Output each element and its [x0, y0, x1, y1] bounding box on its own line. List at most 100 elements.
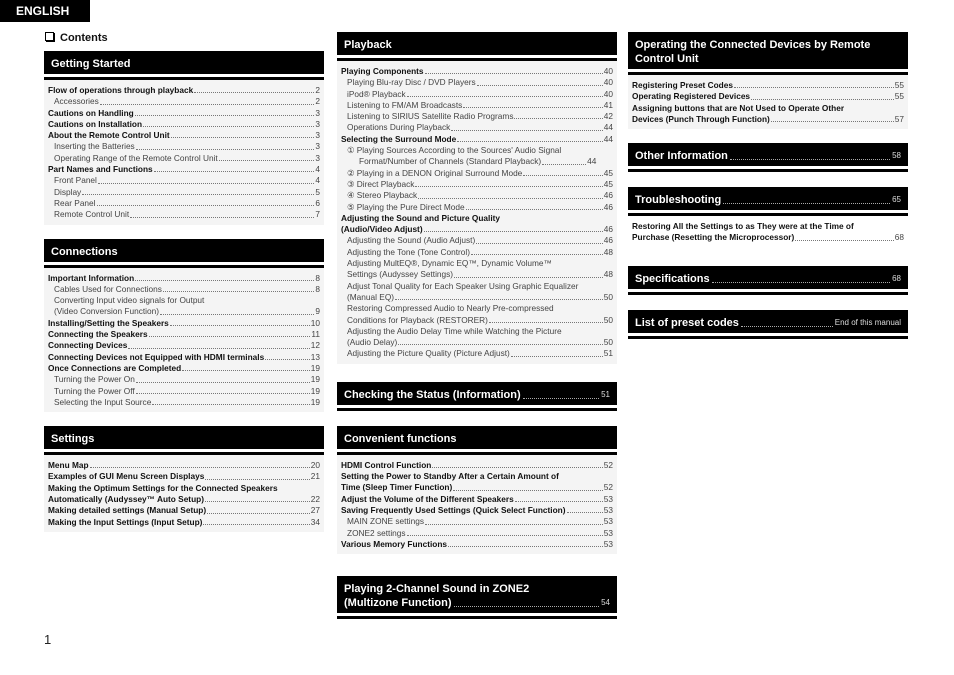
toc-entry-title: Making the Input Settings (Input Setup): [48, 516, 203, 527]
toc-entry[interactable]: Once Connections are Completed 19: [48, 363, 320, 374]
toc-entry[interactable]: Playing Components 40: [341, 66, 613, 77]
toc-entry[interactable]: Setting the Power to Standby After a Cer…: [341, 471, 613, 482]
toc-entry[interactable]: Playing Blu-ray Disc / DVD Players 40: [341, 77, 613, 88]
toc-entry-title: iPod® Playback: [347, 88, 406, 99]
dot-leader: [522, 397, 600, 399]
toc-entry[interactable]: Operations During Playback 44: [341, 122, 613, 133]
toc-entry[interactable]: Adjusting MultEQ®, Dynamic EQ™, Dynamic …: [341, 258, 613, 269]
dot-leader: [128, 347, 310, 349]
section-header-operating-devices[interactable]: Operating the Connected Devices by Remot…: [628, 32, 908, 72]
toc-entry[interactable]: Connecting Devices not Equipped with HDM…: [48, 352, 320, 363]
toc-entry[interactable]: Converting Input video signals for Outpu…: [48, 295, 320, 306]
toc-entry[interactable]: Selecting the Input Source 19: [48, 397, 320, 408]
toc-entry-title: About the Remote Control Unit: [48, 130, 170, 141]
toc-entry[interactable]: (Audio Delay) 50: [341, 337, 613, 348]
toc-entry[interactable]: Adjusting the Sound (Audio Adjust) 46: [341, 235, 613, 246]
toc-entry[interactable]: Cautions on Installation 3: [48, 119, 320, 130]
section-header-convenient-functions[interactable]: Convenient functions: [337, 425, 617, 452]
toc-entry[interactable]: Adjusting the Audio Delay Time while Wat…: [341, 326, 613, 337]
toc-entry[interactable]: Restoring All the Settings to as They we…: [632, 221, 904, 232]
toc-entry[interactable]: Remote Control Unit 7: [48, 209, 320, 220]
toc-entry[interactable]: Turning the Power On 19: [48, 374, 320, 385]
dot-leader: [143, 126, 315, 128]
toc-entry[interactable]: Saving Frequently Used Settings (Quick S…: [341, 505, 613, 516]
section-header-checking-status[interactable]: Checking the Status (Information) 51: [337, 381, 617, 408]
toc-entry[interactable]: Adjusting the Sound and Picture Quality: [341, 213, 613, 224]
toc-entry[interactable]: Menu Map 20: [48, 460, 320, 471]
toc-entry[interactable]: Cables Used for Connections 8: [48, 284, 320, 295]
toc-entry[interactable]: ④ Stereo Playback 46: [341, 190, 613, 201]
section-header-specifications[interactable]: Specifications 68: [628, 265, 908, 292]
toc-entry[interactable]: Making the Input Settings (Input Setup) 3…: [48, 517, 320, 528]
toc-entry[interactable]: Restoring Compressed Audio to Nearly Pre…: [341, 303, 613, 314]
toc-entry[interactable]: ZONE2 settings 53: [341, 528, 613, 539]
section-header-settings[interactable]: Settings: [44, 426, 324, 453]
toc-entry[interactable]: Assigning buttons that are Not Used to O…: [632, 103, 904, 114]
section-header-playback[interactable]: Playback: [337, 32, 617, 58]
toc-entry[interactable]: Turning the Power Off 19: [48, 386, 320, 397]
toc-entry[interactable]: Part Names and Functions 4: [48, 164, 320, 175]
section-header-connections[interactable]: Connections: [44, 238, 324, 265]
toc-entry[interactable]: Various Memory Functions 53: [341, 539, 613, 550]
toc-entry[interactable]: Registering Preset Codes 55: [632, 80, 904, 91]
toc-entry[interactable]: Adjusting the Tone (Tone Control) 48: [341, 247, 613, 258]
section-header-preset-codes[interactable]: List of preset codes End of this manual: [628, 309, 908, 336]
toc-entry[interactable]: Adjust the Volume of the Different Speak…: [341, 494, 613, 505]
toc-entry[interactable]: Accessories 2: [48, 96, 320, 107]
toc-entry[interactable]: Automatically (Audyssey™ Auto Setup) 22: [48, 494, 320, 505]
toc-entry[interactable]: Conditions for Playback (RESTORER) 50: [341, 315, 613, 326]
toc-entry[interactable]: Front Panel 4: [48, 175, 320, 186]
toc-entry[interactable]: Adjust Tonal Quality for Each Speaker Us…: [341, 281, 613, 292]
toc-entry[interactable]: ③ Direct Playback 45: [341, 179, 613, 190]
page-ref: 42: [603, 111, 613, 122]
toc-entry[interactable]: ① Playing Sources According to the Sourc…: [341, 145, 613, 156]
toc-entry[interactable]: Rear Panel 6: [48, 198, 320, 209]
section-header-zone2[interactable]: Playing 2-Channel Sound in ZONE2 (Multiz…: [337, 576, 617, 617]
toc-entry[interactable]: Cautions on Handling 3: [48, 108, 320, 119]
toc-entry[interactable]: Display 5: [48, 187, 320, 198]
toc-entry[interactable]: Connecting Devices 12: [48, 340, 320, 351]
toc-entry[interactable]: iPod® Playback 40: [341, 89, 613, 100]
toc-entry[interactable]: Purchase (Resetting the Microprocessor) 6…: [632, 232, 904, 243]
section-settings: Settings Menu Map 20 Examples of GUI Menu …: [44, 426, 324, 532]
toc-entry[interactable]: Important Information 8: [48, 273, 320, 284]
dot-leader: [207, 512, 310, 514]
section-header-getting-started[interactable]: Getting Started: [44, 51, 324, 77]
toc-entry[interactable]: Making the Optimum Settings for the Conn…: [48, 483, 320, 494]
toc-entry[interactable]: Operating Range of the Remote Control Un…: [48, 153, 320, 164]
toc-entry[interactable]: Adjusting the Picture Quality (Picture A…: [341, 348, 613, 359]
toc-entry[interactable]: Connecting the Speakers 11: [48, 329, 320, 340]
toc-entry[interactable]: Operating Registered Devices 55: [632, 91, 904, 102]
toc-entry[interactable]: Inserting the Batteries 3: [48, 141, 320, 152]
toc-entry-title: Playing Components: [341, 66, 424, 76]
section-header-troubleshooting[interactable]: Troubleshooting 65: [628, 187, 908, 214]
page-ref: 55: [894, 91, 904, 102]
dot-leader: [770, 121, 894, 123]
toc-entry[interactable]: HDMI Control Function 52: [341, 460, 613, 471]
toc-entry[interactable]: (Audio/Video Adjust) 46: [341, 224, 613, 235]
toc-entry[interactable]: ⑤ Playing the Pure Direct Mode 46: [341, 202, 613, 213]
toc-entry[interactable]: Time (Sleep Timer Function) 52: [341, 482, 613, 493]
dot-leader: [135, 279, 315, 281]
toc-entry[interactable]: Making detailed settings (Manual Setup) 2…: [48, 505, 320, 516]
toc-entry[interactable]: Format/Number of Channels (Standard Play…: [341, 156, 613, 167]
toc-entry[interactable]: (Manual EQ) 50: [341, 292, 613, 303]
section-header-other-information[interactable]: Other Information 58: [628, 143, 908, 170]
toc-entry[interactable]: Selecting the Surround Mode 44: [341, 134, 613, 145]
page-ref: 58: [892, 151, 901, 161]
toc-entry[interactable]: Examples of GUI Menu Screen Displays 21: [48, 471, 320, 482]
toc-entry[interactable]: ② Playing in a DENON Original Surround M…: [341, 168, 613, 179]
toc-entry[interactable]: Settings (Audyssey Settings) 48: [341, 269, 613, 280]
dot-leader: [542, 163, 587, 165]
toc-entry[interactable]: (Video Conversion Function) 9: [48, 306, 320, 317]
page-ref: 3: [315, 152, 320, 163]
toc-entry[interactable]: Flow of operations through playback 2: [48, 85, 320, 96]
toc-entry[interactable]: Listening to SIRIUS Satellite Radio Prog…: [341, 111, 613, 122]
toc-entry-title: Making detailed settings (Manual Setup): [48, 505, 207, 516]
toc-entry[interactable]: MAIN ZONE settings 53: [341, 516, 613, 527]
toc-entry[interactable]: Installing/Setting the Speakers 10: [48, 318, 320, 329]
toc-entry[interactable]: Devices (Punch Through Function) 57: [632, 114, 904, 125]
section-preset-codes: List of preset codes End of this manual: [628, 309, 908, 336]
toc-entry[interactable]: About the Remote Control Unit 3: [48, 130, 320, 141]
toc-entry[interactable]: Listening to FM/AM Broadcasts 41: [341, 100, 613, 111]
